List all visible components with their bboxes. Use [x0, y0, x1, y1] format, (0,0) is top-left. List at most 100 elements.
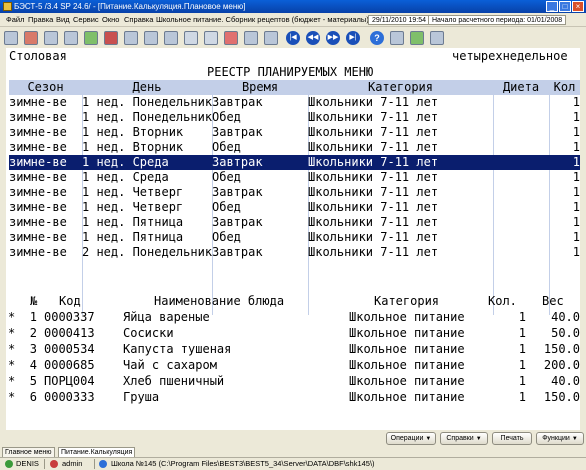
cell-category: Школьники 7-11 лет — [308, 245, 439, 259]
menu-row[interactable]: зимне-ве 1 нед. Пятница Завтрак Школьники 7… — [9, 215, 580, 230]
menu-row[interactable]: зимне-ве 2 нед. Понедельник Завтрак Школьни… — [9, 245, 580, 260]
dish-mark: * — [8, 326, 16, 340]
dish-weight: 40.0 — [551, 310, 580, 324]
period-indicator: Начало расчетного периода: 01/01/2008 — [428, 15, 567, 25]
tab-nutrition[interactable]: Питание.Калькуляция — [58, 447, 136, 457]
dish-qty: 1 — [518, 374, 526, 388]
menu-file[interactable]: Файл — [6, 13, 24, 27]
menu-row[interactable]: зимне-ве 1 нед. Понедельник Обед Школьники … — [9, 110, 580, 125]
chart-icon[interactable] — [430, 31, 444, 45]
col-qty[interactable]: Кол — [549, 80, 580, 95]
filter-clear-icon[interactable] — [204, 31, 218, 45]
check-icon[interactable] — [84, 31, 98, 45]
cell-time: Обед — [212, 200, 241, 214]
last-record-icon[interactable]: ▶| — [346, 31, 360, 45]
close-button[interactable]: × — [572, 1, 584, 12]
cell-diet — [493, 185, 549, 200]
menu-row[interactable]: зимне-ве 1 нед. Четверг Обед Школьники 7-11… — [9, 200, 580, 215]
copy-icon[interactable] — [124, 31, 138, 45]
menu-row[interactable]: зимне-ве 1 нед. Среда Обед Школьники 7-11 л… — [9, 170, 580, 185]
cell-category: Школьники 7-11 лет — [308, 200, 439, 214]
dish-n: 4 — [29, 358, 37, 372]
menu-row[interactable]: зимне-ве 1 нед. Четверг Завтрак Школьники 7… — [9, 185, 580, 200]
cell-category: Школьники 7-11 лет — [308, 185, 439, 199]
open-icon[interactable] — [24, 31, 38, 45]
filter-icon[interactable] — [184, 31, 198, 45]
print-icon[interactable] — [64, 31, 78, 45]
menu-row[interactable]: зимне-ве 1 нед. Вторник Обед Школьники 7-11… — [9, 140, 580, 155]
cell-time: Завтрак — [212, 125, 263, 139]
col-diet[interactable]: Диета — [493, 80, 549, 95]
functions-button[interactable]: Функции ▼ — [536, 432, 584, 445]
dish-category: Школьное питание — [349, 342, 465, 356]
cell-day: 1 нед. Понедельник — [82, 95, 212, 109]
dish-row[interactable]: * 5 ПОРЦ004 Хлеб пшеничный Школьное питание 1… — [6, 373, 580, 389]
delete-icon[interactable] — [104, 31, 118, 45]
app-icon — [3, 2, 12, 11]
minimize-button[interactable]: _ — [546, 1, 558, 12]
menu-edit[interactable]: Правка — [28, 13, 53, 27]
dish-col-category: Категория — [374, 294, 440, 308]
dish-row[interactable]: * 2 0000413 Сосиски Школьное питание 1 50.0 — [6, 325, 580, 341]
dish-weight: 150.0 — [543, 342, 580, 356]
col-season[interactable]: Сезон — [9, 80, 82, 95]
menu-row[interactable]: зимне-ве 1 нед. Пятница Обед Школьники 7-11… — [9, 230, 580, 245]
menu-type-label: четырехнедельное — [452, 49, 568, 63]
new-icon[interactable] — [4, 31, 18, 45]
cell-category: Школьники 7-11 лет — [308, 95, 439, 109]
menu-row[interactable]: зимне-ве 1 нед. Понедельник Завтрак Школьни… — [9, 95, 580, 110]
database-icon — [99, 460, 107, 468]
cell-day: 1 нед. Четверг — [82, 200, 184, 214]
menu-module[interactable]: Школьное питание. Сборник рецептов (бюдж… — [156, 13, 369, 27]
button-bar: Операции ▼ Справки ▼ Печать Функции ▼ — [0, 431, 586, 446]
help-icon[interactable]: ? — [370, 31, 384, 45]
dish-category: Школьное питание — [349, 374, 465, 388]
dish-col-weight: Вес — [542, 294, 564, 308]
cell-category: Школьники 7-11 лет — [308, 215, 439, 229]
menu-row[interactable]: зимне-ве 1 нед. Вторник Завтрак Школьники 7… — [9, 125, 580, 140]
refresh-icon[interactable] — [264, 31, 278, 45]
maximize-button[interactable]: □ — [559, 1, 571, 12]
dish-mark: * — [8, 374, 16, 388]
dish-mark: * — [8, 358, 16, 372]
cell-time: Завтрак — [212, 245, 263, 259]
toolbar: |◀ ◀◀ ▶▶ ▶| ? — [0, 28, 586, 48]
menu-view[interactable]: Вид — [56, 13, 70, 27]
cell-time: Обед — [212, 230, 241, 244]
dish-row[interactable]: * 3 0000534 Капуста тушеная Школьное питание… — [6, 341, 580, 357]
sort-icon[interactable] — [244, 31, 258, 45]
menu-row[interactable]: зимне-ве 1 нед. Среда Завтрак Школьники 7-1… — [9, 155, 580, 170]
col-category[interactable]: Категория — [308, 80, 493, 95]
next-page-icon[interactable]: ▶▶ — [326, 31, 340, 45]
save-icon[interactable] — [44, 31, 58, 45]
cell-day: 1 нед. Среда — [82, 155, 169, 169]
dish-row[interactable]: * 4 0000685 Чай с сахаром Школьное питание 1 2… — [6, 357, 580, 373]
cell-qty: 1 — [572, 125, 580, 139]
menu-window[interactable]: Окно — [102, 13, 119, 27]
menu-help[interactable]: Справка — [124, 13, 153, 27]
col-time[interactable]: Время — [212, 80, 308, 95]
status-bar: DENIS admin Школа №145 (C:\Program Files… — [0, 457, 586, 470]
menu-service[interactable]: Сервис — [73, 13, 99, 27]
cell-qty: 1 — [572, 140, 580, 154]
references-button[interactable]: Справки ▼ — [440, 432, 488, 445]
window-tabs: Главное меню Питание.Калькуляция — [0, 446, 586, 457]
calculator-icon[interactable] — [390, 31, 404, 45]
host-icon — [5, 460, 13, 468]
replace-icon[interactable] — [164, 31, 178, 45]
dish-row[interactable]: * 1 0000337 Яйца вареные Школьное питание 1 40… — [6, 309, 580, 325]
check-list-icon[interactable] — [410, 31, 424, 45]
cell-qty: 1 — [572, 185, 580, 199]
first-record-icon[interactable]: |◀ — [286, 31, 300, 45]
tab-main-menu[interactable]: Главное меню — [2, 447, 55, 457]
prev-page-icon[interactable]: ◀◀ — [306, 31, 320, 45]
flag-icon[interactable] — [224, 31, 238, 45]
print-button[interactable]: Печать — [492, 432, 532, 445]
dish-code: 0000534 — [44, 342, 95, 356]
find-icon[interactable] — [144, 31, 158, 45]
cell-time: Обед — [212, 110, 241, 124]
col-day[interactable]: День — [82, 80, 212, 95]
dish-row[interactable]: * 6 0000333 Груша Школьное питание 1 150.0 — [6, 389, 580, 405]
cell-category: Школьники 7-11 лет — [308, 110, 439, 124]
operations-button[interactable]: Операции ▼ — [386, 432, 436, 445]
